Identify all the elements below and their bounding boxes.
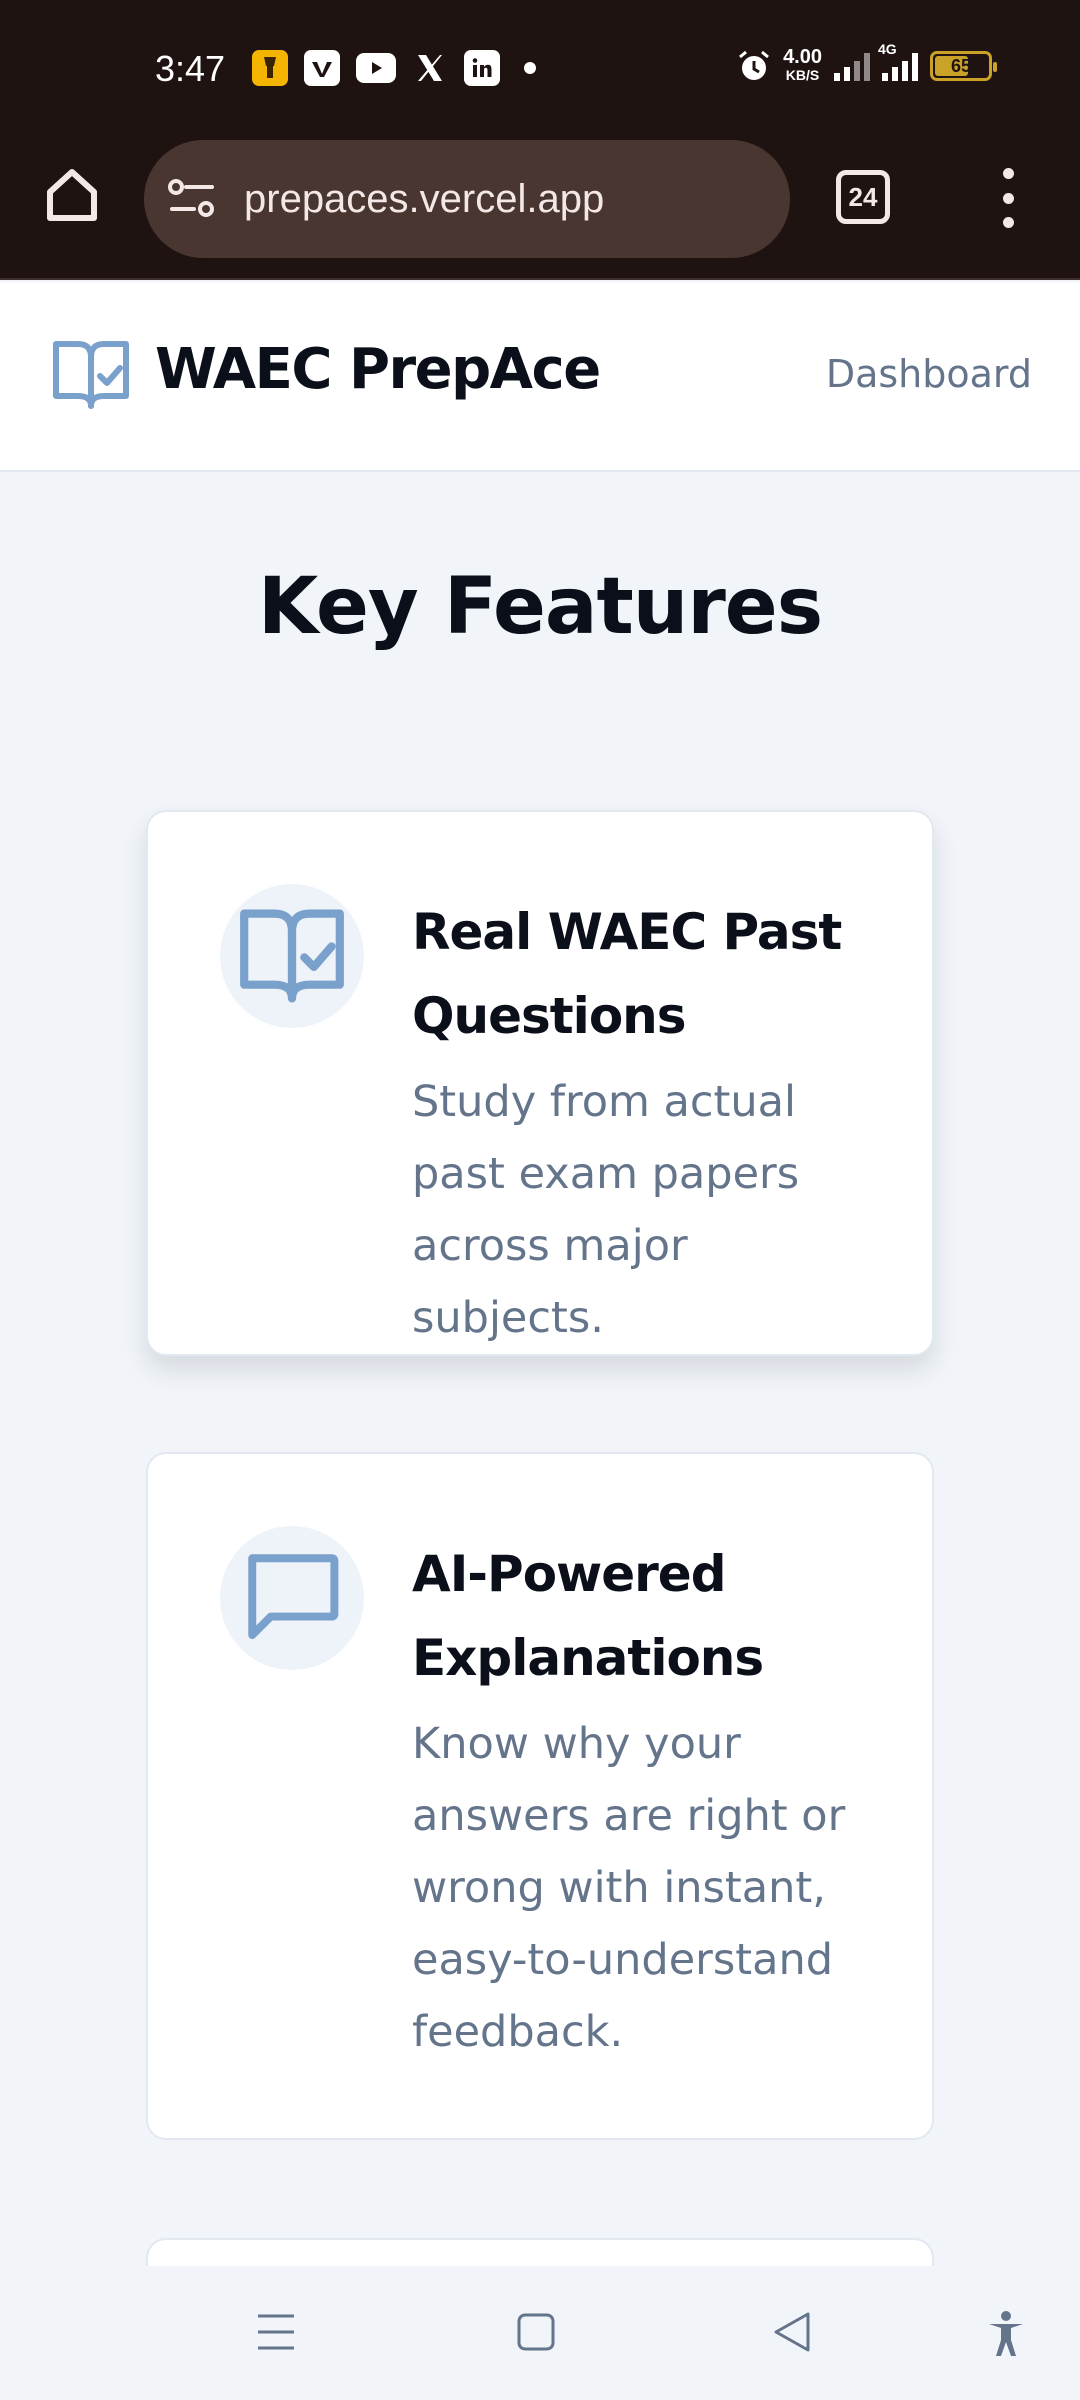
- book-check-icon: [240, 909, 344, 1003]
- feature-description: Study from actual past exam papers acros…: [412, 1077, 800, 1343]
- more-dot-icon: [524, 62, 536, 74]
- menu-dot: [1002, 168, 1014, 179]
- site-settings-icon[interactable]: [168, 177, 216, 221]
- home-square-icon[interactable]: [516, 2310, 556, 2354]
- section-title: Key Features: [257, 562, 823, 652]
- net-speed-unit: KB/S: [785, 67, 820, 83]
- system-navigation-bar: [0, 2266, 1080, 2400]
- back-triangle-icon[interactable]: [772, 2310, 812, 2354]
- address-bar[interactable]: prepaces.vercel.app: [144, 140, 790, 258]
- browser-home-button[interactable]: [40, 162, 104, 226]
- tab-switcher-button[interactable]: 24: [836, 170, 890, 224]
- menu-icon[interactable]: [256, 2310, 296, 2354]
- feature-title: AI-Powered Explanations: [412, 1545, 764, 1687]
- battery-level: 65: [950, 55, 972, 76]
- flashlight-app-icon: [252, 50, 288, 86]
- feature-card: Real WAEC Past Questions Study from actu…: [146, 810, 934, 1356]
- browser-menu-button[interactable]: [992, 168, 1024, 228]
- youtube-icon: [356, 53, 396, 83]
- book-check-icon: [53, 341, 129, 409]
- accessibility-icon[interactable]: [986, 2310, 1026, 2358]
- network-type: 4G: [878, 41, 897, 57]
- battery-icon: 65: [930, 51, 997, 81]
- brand-name[interactable]: WAEC PrepAce: [155, 337, 601, 402]
- x-icon: [412, 50, 448, 86]
- browser-toolbar: prepaces.vercel.app 24: [0, 140, 1080, 280]
- cell-signal: 4G: [878, 41, 918, 81]
- feature-card: AI-Powered Explanations Know why your an…: [146, 1452, 934, 2140]
- vimeo-icon: [304, 50, 340, 86]
- net-speed-value: 4.00: [783, 46, 822, 68]
- wifi-signal-icon: [834, 51, 870, 81]
- feature-title: Real WAEC Past Questions: [412, 903, 842, 1045]
- alarm-icon: [739, 50, 770, 80]
- feature-icon-badge: [220, 1526, 364, 1670]
- notification-icons: [252, 50, 536, 86]
- status-bar: 3:47 4.00 KB/S 4G 65: [0, 0, 1080, 140]
- site-header: WAEC PrepAce Dashboard: [0, 282, 1080, 472]
- feature-description: Know why your answers are right or wrong…: [412, 1719, 846, 2057]
- status-time: 3:47: [155, 48, 226, 89]
- message-square-icon: [248, 1554, 339, 1640]
- url-text: prepaces.vercel.app: [244, 176, 605, 221]
- brand-logo[interactable]: [50, 334, 132, 416]
- linkedin-icon: [464, 50, 500, 86]
- nav-dashboard-link[interactable]: Dashboard: [826, 352, 1032, 396]
- net-speed: 4.00 KB/S: [783, 46, 822, 84]
- home-icon: [47, 169, 97, 221]
- system-icons: 4.00 KB/S 4G 65: [737, 41, 997, 84]
- feature-icon-badge: [220, 884, 364, 1028]
- menu-dot: [1002, 217, 1014, 228]
- menu-dot: [1002, 192, 1014, 204]
